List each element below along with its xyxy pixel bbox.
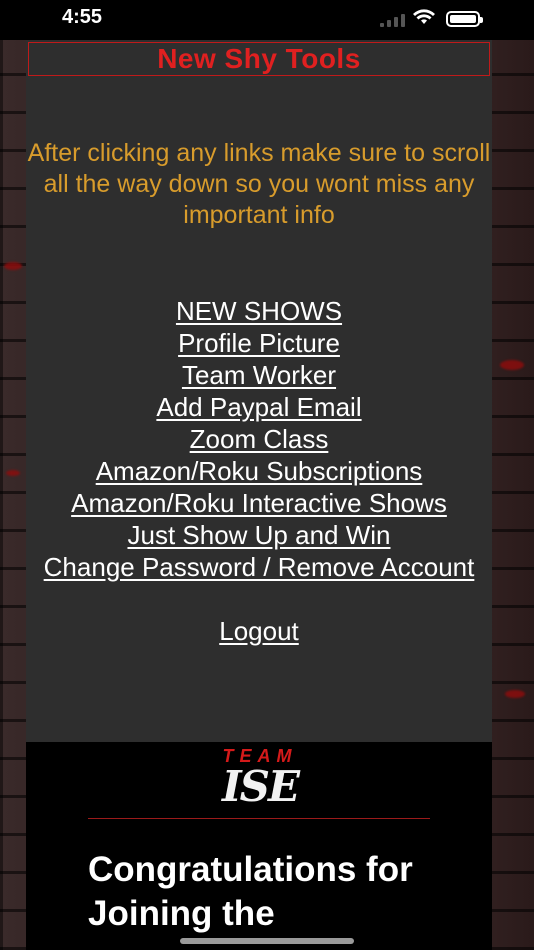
link-team-worker[interactable]: Team Worker xyxy=(39,359,479,391)
link-add-paypal-email[interactable]: Add Paypal Email xyxy=(39,391,479,423)
link-zoom-class[interactable]: Zoom Class xyxy=(39,423,479,455)
cellular-signal-icon xyxy=(380,14,405,27)
wifi-icon xyxy=(413,9,435,24)
webview-content: New Shy Tools After clicking any links m… xyxy=(26,40,492,950)
status-bar: 4:55 xyxy=(0,0,534,40)
link-change-password-remove-account[interactable]: Change Password / Remove Account xyxy=(39,551,479,583)
clock: 4:55 xyxy=(62,6,103,28)
camera-notch xyxy=(172,0,344,38)
app-screen: 4:55 New Shy Tools After clicking any li… xyxy=(0,0,534,950)
link-list: NEW SHOWS Profile Picture Team Worker Ad… xyxy=(26,295,492,647)
logout-link[interactable]: Logout xyxy=(39,615,479,647)
battery-icon xyxy=(446,11,483,27)
header-bar: New Shy Tools xyxy=(28,42,490,76)
link-amazon-roku-subscriptions[interactable]: Amazon/Roku Subscriptions xyxy=(39,455,479,487)
link-amazon-roku-interactive-shows[interactable]: Amazon/Roku Interactive Shows xyxy=(39,487,479,519)
link-new-shows[interactable]: NEW SHOWS xyxy=(39,295,479,327)
footer-section: TEAM ISE Congratulations for Joining the xyxy=(26,742,492,950)
scroll-notice: After clicking any links make sure to sc… xyxy=(27,139,491,229)
logo-ise-text: ISE xyxy=(222,762,300,811)
link-profile-picture[interactable]: Profile Picture xyxy=(39,327,479,359)
home-indicator[interactable] xyxy=(180,938,354,944)
divider xyxy=(88,818,430,819)
team-ise-logo: TEAM ISE xyxy=(201,746,319,811)
page-title: New Shy Tools xyxy=(157,43,361,74)
congratulations-heading: Congratulations for Joining the xyxy=(88,850,413,933)
link-just-show-up-and-win[interactable]: Just Show Up and Win xyxy=(39,519,479,551)
